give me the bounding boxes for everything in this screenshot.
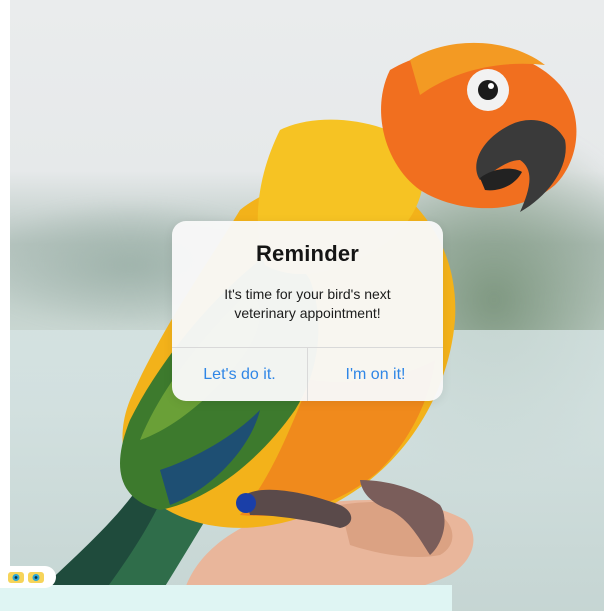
bottom-banner (0, 585, 452, 611)
screen: Reminder It's time for your bird's next … (0, 0, 604, 611)
alert-title: Reminder (255, 241, 360, 266)
eyes-logo-icon (8, 572, 44, 583)
im-on-it-button[interactable]: I'm on it! (308, 348, 443, 401)
alert-message: It's time for your bird's next veterinar… (224, 286, 391, 321)
lets-do-it-button[interactable]: Let's do it. (172, 348, 307, 401)
reminder-alert-dialog: Reminder It's time for your bird's next … (172, 221, 443, 401)
corner-logo (0, 566, 56, 588)
